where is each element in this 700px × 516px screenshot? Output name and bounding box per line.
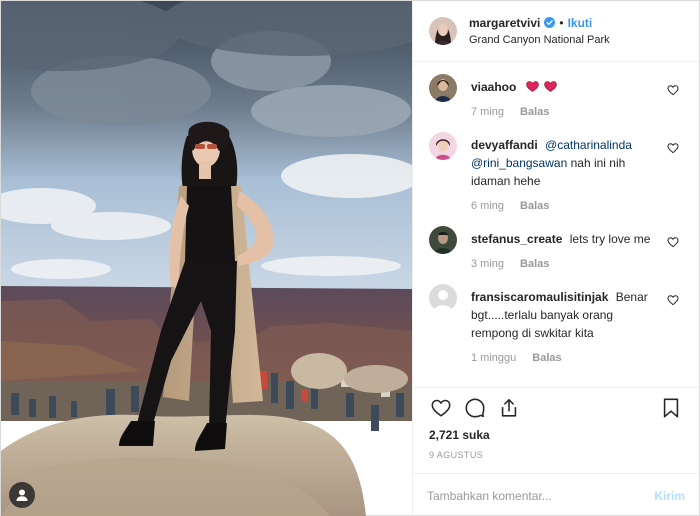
add-comment-bar: Kirim [413,473,699,516]
post-side-panel: margaretvivi • Ikuti Grand Canyon Nation… [412,1,699,516]
post-photo[interactable] [1,1,412,516]
follow-button[interactable]: Ikuti [568,15,593,31]
comment-item: viaahoo 7 ming Balas [429,74,683,118]
red-heart-icon [525,81,539,92]
author-username[interactable]: margaretvivi [469,15,540,31]
comment-time[interactable]: 7 ming [471,106,504,118]
comment-list: viaahoo 7 ming Balas devyaffandi @cathar… [413,62,699,387]
comment-item: devyaffandi @catharinalinda @rini_bangsa… [429,132,683,212]
comment-time[interactable]: 6 ming [471,200,504,212]
post-comment-button[interactable]: Kirim [654,489,685,503]
comment-username[interactable]: devyaffandi [471,138,538,152]
tagged-users-button[interactable] [9,482,35,508]
red-heart-icon [544,81,557,92]
comment-input[interactable] [427,488,655,503]
person-icon [16,489,28,501]
reply-button[interactable]: Balas [520,200,549,212]
share-icon[interactable] [497,396,521,420]
comment-like-heart-icon[interactable] [667,294,679,306]
grand-canyon-photo [1,1,412,516]
comment-username[interactable]: viaahoo [471,80,516,94]
commenter-avatar[interactable] [429,226,457,254]
comment-like-heart-icon[interactable] [667,84,679,96]
post-header: margaretvivi • Ikuti Grand Canyon Nation… [413,1,699,62]
reply-button[interactable]: Balas [532,352,561,364]
default-avatar-icon[interactable] [429,284,457,312]
instagram-post: margaretvivi • Ikuti Grand Canyon Nation… [0,0,700,516]
author-avatar[interactable] [429,17,457,45]
commenter-avatar[interactable] [429,74,457,102]
comment-text: lets try love me [569,232,651,246]
commenter-avatar[interactable] [429,132,457,160]
comment-username[interactable]: stefanus_create [471,232,562,246]
like-count[interactable]: 2,721 suka [429,428,683,442]
comment-item: stefanus_create lets try love me 3 ming … [429,226,683,270]
comment-icon[interactable] [463,396,487,420]
comment-time[interactable]: 1 minggu [471,352,516,364]
mention-link[interactable]: @rini_bangsawan [471,156,567,170]
post-date[interactable]: 9 AGUSTUS [429,450,683,460]
bookmark-icon[interactable] [659,396,683,420]
comment-like-heart-icon[interactable] [667,142,679,154]
heart-icon[interactable] [429,396,453,420]
comment-item: fransiscaromaulisitinjak Benar bgt.....t… [429,284,683,364]
verified-badge-icon [544,17,556,28]
comment-time[interactable]: 3 ming [471,258,504,270]
reply-button[interactable]: Balas [520,106,549,118]
comment-username[interactable]: fransiscaromaulisitinjak [471,290,608,304]
mention-link[interactable]: @catharinalinda [545,138,632,152]
comment-like-heart-icon[interactable] [667,236,679,248]
reply-button[interactable]: Balas [520,258,549,270]
separator-dot: • [559,15,564,30]
post-actions: 2,721 suka 9 AGUSTUS [413,387,699,473]
post-location[interactable]: Grand Canyon National Park [469,32,610,48]
